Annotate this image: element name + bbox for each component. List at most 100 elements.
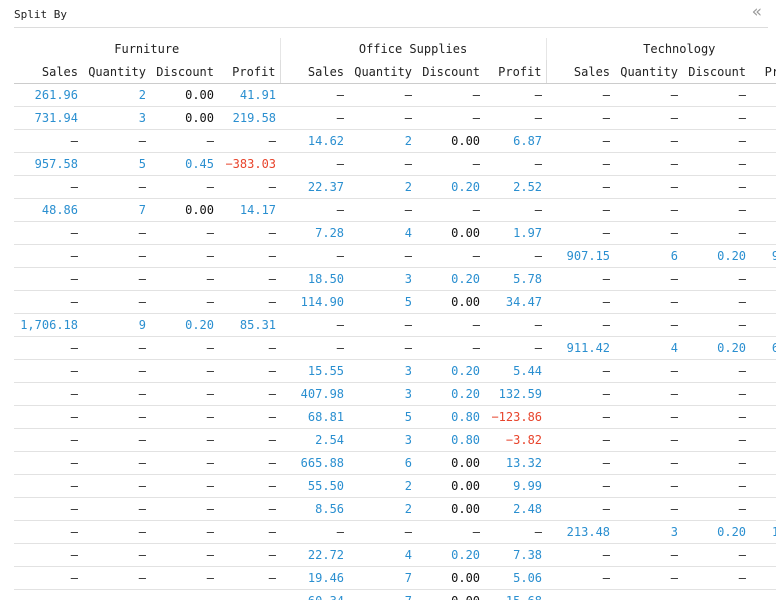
cell-sales: – [546,313,615,337]
cell-quantity: – [348,106,417,130]
cell-quantity: – [82,428,150,452]
column-header-profit[interactable]: Profit [750,60,776,84]
column-header-quantity[interactable]: Quantity [614,60,683,84]
cell-sales: – [280,313,349,337]
cell-discount: – [416,106,485,130]
cell-sales: – [14,520,82,544]
cell-discount: – [682,497,751,521]
collapse-icon[interactable]: « [752,2,762,22]
cell-discount: – [416,83,485,107]
cell-quantity: 3 [82,106,150,130]
cell-sales: – [546,221,615,245]
column-header-quantity[interactable]: Quantity [82,60,150,84]
column-header-sales[interactable]: Sales [546,60,615,84]
table-row[interactable]: ––––22.7240.207.38–––– [14,543,776,567]
cell-quantity: – [82,244,150,268]
cell-sales: – [546,106,615,130]
cell-sales: – [546,497,615,521]
table-row[interactable]: 48.8670.0014.17–––––––– [14,198,776,222]
column-header-quantity[interactable]: Quantity [348,60,417,84]
column-header-discount[interactable]: Discount [416,60,485,84]
cell-profit: 90.72 [750,244,776,268]
table-row[interactable]: ––––18.5030.205.78–––– [14,267,776,291]
cell-profit: – [750,106,776,130]
cell-quantity: 3 [348,382,417,406]
cell-sales: – [546,474,615,498]
cell-profit: 2.48 [484,497,547,521]
table-row[interactable]: ––––––––907.1560.2090.72 [14,244,776,268]
cell-quantity: – [614,359,683,383]
cell-sales: – [280,244,349,268]
cell-quantity: – [348,520,417,544]
cell-profit: 1.97 [484,221,547,245]
table-row[interactable]: ––––22.3720.202.52–––– [14,175,776,199]
table-row[interactable]: 261.9620.0041.91–––––––– [14,83,776,107]
column-header-sales[interactable]: Sales [14,60,82,84]
cell-quantity: – [348,83,417,107]
cell-sales: – [14,267,82,291]
cell-discount: – [682,267,751,291]
cell-quantity: – [614,451,683,475]
cell-profit: 7.38 [484,543,547,567]
cell-quantity: – [82,520,150,544]
table-row[interactable]: 1,706.1890.2085.31–––––––– [14,313,776,337]
cell-sales: – [280,336,349,360]
column-header-discount[interactable]: Discount [150,60,218,84]
table-row[interactable]: ––––8.5620.002.48–––– [14,497,776,521]
cell-discount: 0.00 [150,83,218,107]
cell-profit: 13.32 [484,451,547,475]
cell-profit: – [750,313,776,337]
column-header-profit[interactable]: Profit [218,60,281,84]
cell-discount: – [150,336,218,360]
cell-discount: 0.20 [682,520,751,544]
table-row[interactable]: ––––68.8150.80−123.86–––– [14,405,776,429]
cell-sales: 957.58 [14,152,82,176]
cell-profit: – [218,336,281,360]
table-row[interactable]: ––––7.2840.001.97–––– [14,221,776,245]
column-header-discount[interactable]: Discount [682,60,751,84]
cell-profit: – [750,175,776,199]
cell-discount: 0.00 [416,129,485,153]
cell-sales: – [14,474,82,498]
cell-profit: – [484,313,547,337]
table-body: 261.9620.0041.91––––––––731.9430.00219.5… [14,83,776,600]
cell-discount: – [682,359,751,383]
cell-profit: 41.91 [218,83,281,107]
cell-discount: – [416,313,485,337]
column-header-profit[interactable]: Profit [484,60,547,84]
cell-quantity: 6 [614,244,683,268]
table-row[interactable]: ––––14.6220.006.87–––– [14,129,776,153]
cell-sales: 213.48 [546,520,615,544]
cell-quantity: – [82,267,150,291]
table-row[interactable]: ––––407.9830.20132.59–––– [14,382,776,406]
cell-discount: 0.00 [150,106,218,130]
cell-profit: 68.36 [750,336,776,360]
cell-quantity: 4 [348,221,417,245]
cell-profit: – [750,198,776,222]
cell-discount: – [682,451,751,475]
table-row[interactable]: ––––114.9050.0034.47–––– [14,290,776,314]
table-row[interactable]: ––––2.5430.80−3.82–––– [14,428,776,452]
cell-profit: 5.44 [484,359,547,383]
cell-profit: – [218,221,281,245]
table-row[interactable]: ––––19.4670.005.06–––– [14,566,776,590]
cell-quantity: – [614,543,683,567]
cell-profit: – [750,474,776,498]
cell-profit: – [218,451,281,475]
table-row[interactable]: ––––15.5530.205.44–––– [14,359,776,383]
cell-quantity: – [614,589,683,600]
table-row[interactable]: ––––60.3470.0015.68–––– [14,589,776,600]
cell-sales: 2.54 [280,428,349,452]
table-row[interactable]: ––––––––911.4240.2068.36 [14,336,776,360]
table-row[interactable]: 731.9430.00219.58–––––––– [14,106,776,130]
column-header-sales[interactable]: Sales [280,60,349,84]
cell-quantity: – [614,290,683,314]
table-row[interactable]: 957.5850.45−383.03–––––––– [14,152,776,176]
cell-profit: 6.87 [484,129,547,153]
table-row[interactable]: ––––665.8860.0013.32–––– [14,451,776,475]
table-row[interactable]: ––––55.5020.009.99–––– [14,474,776,498]
cell-profit: – [750,152,776,176]
table-row[interactable]: ––––––––213.4830.2016.01 [14,520,776,544]
cell-quantity: 3 [348,428,417,452]
cell-sales: – [14,129,82,153]
